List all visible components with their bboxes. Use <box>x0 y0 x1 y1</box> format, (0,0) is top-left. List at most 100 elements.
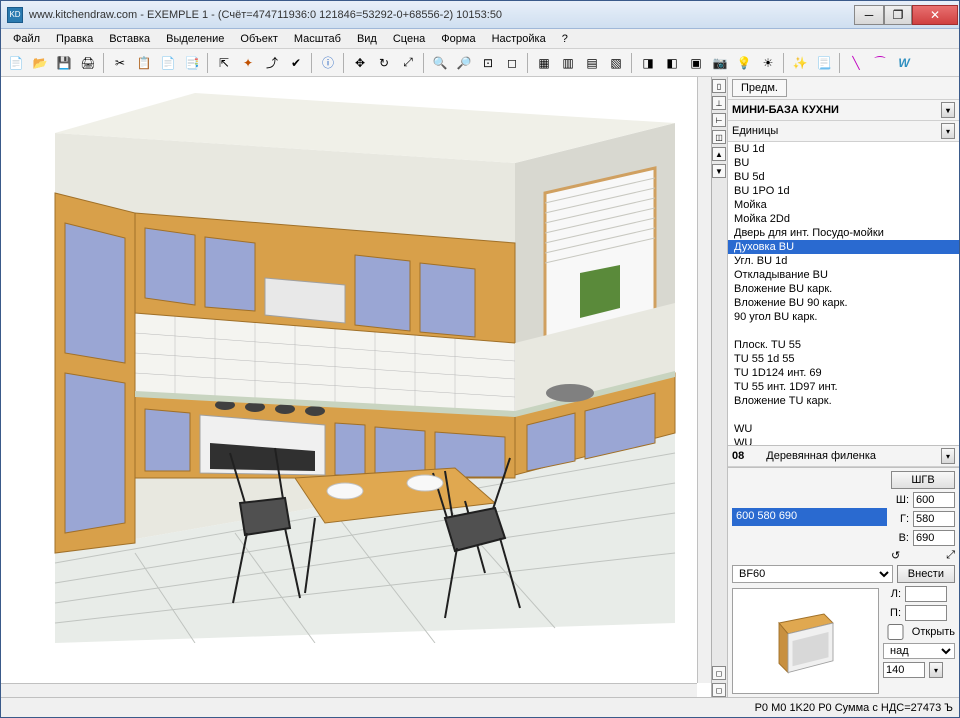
tb-shade3[interactable]: ▣ <box>685 52 707 74</box>
menu-scene[interactable]: Сцена <box>385 31 433 47</box>
tb-tool1[interactable]: ⇱ <box>213 52 235 74</box>
menu-settings[interactable]: Настройка <box>484 31 554 47</box>
tb-zoomsel[interactable]: ◻ <box>501 52 523 74</box>
tb-zoomfit[interactable]: ⊡ <box>477 52 499 74</box>
tb-wand[interactable]: ✦ <box>237 52 259 74</box>
list-item[interactable]: Откладывание BU <box>728 268 959 282</box>
list-item[interactable]: TU 1D124 инт. 69 <box>728 366 959 380</box>
tb-light2[interactable]: ☀ <box>757 52 779 74</box>
side-tool-1[interactable]: ▯ <box>712 79 726 93</box>
tb-tool3[interactable]: ⤴ <box>261 52 283 74</box>
tb-view1[interactable]: ▦ <box>533 52 555 74</box>
tb-w[interactable]: W <box>893 52 915 74</box>
list-item[interactable]: 90 угол BU карк. <box>728 310 959 324</box>
pos-select[interactable]: над <box>883 643 955 659</box>
tb-open[interactable]: 📂 <box>29 52 51 74</box>
list-item[interactable]: Угл. BU 1d <box>728 254 959 268</box>
tb-print[interactable]: 🖨 <box>77 52 99 74</box>
tb-sparkle[interactable]: ✨ <box>789 52 811 74</box>
tb-curve[interactable]: ⁀ <box>869 52 891 74</box>
close-button[interactable]: ✕ <box>912 5 958 25</box>
side-tool-2[interactable]: ⊥ <box>712 96 726 110</box>
tb-cut[interactable]: ✂ <box>109 52 131 74</box>
p-input[interactable] <box>905 605 947 621</box>
tb-save[interactable]: 💾 <box>53 52 75 74</box>
reset-icon[interactable]: ↺ <box>891 549 900 562</box>
dims-button[interactable]: ШГВ <box>891 471 955 489</box>
ref-select[interactable]: BF60 <box>732 565 893 583</box>
menu-file[interactable]: Файл <box>5 31 48 47</box>
qty-dropdown[interactable]: ▾ <box>929 662 943 678</box>
tb-zoomin[interactable]: 🔍 <box>429 52 451 74</box>
tb-move[interactable]: ✥ <box>349 52 371 74</box>
viewport-scrollbar-v[interactable] <box>697 77 711 683</box>
viewport-3d[interactable] <box>1 77 711 697</box>
list-item[interactable]: WU <box>728 422 959 436</box>
menu-object[interactable]: Объект <box>232 31 285 47</box>
menu-edit[interactable]: Правка <box>48 31 101 47</box>
catalog-dropdown[interactable]: ▾ <box>941 102 955 118</box>
list-item[interactable]: Духовка BU <box>728 240 959 254</box>
tb-shade2[interactable]: ◧ <box>661 52 683 74</box>
list-item[interactable]: TU 55 1d 55 <box>728 352 959 366</box>
tb-light[interactable]: 💡 <box>733 52 755 74</box>
menu-zoom[interactable]: Масштаб <box>286 31 349 47</box>
list-item[interactable]: Плоск. TU 55 <box>728 338 959 352</box>
tb-view4[interactable]: ▧ <box>605 52 627 74</box>
tb-view3[interactable]: ▤ <box>581 52 603 74</box>
open-checkbox[interactable] <box>883 624 908 640</box>
side-tool-3[interactable]: ⊢ <box>712 113 726 127</box>
list-item[interactable]: WU <box>728 436 959 446</box>
menu-selection[interactable]: Выделение <box>158 31 232 47</box>
tb-paste[interactable]: 📄 <box>157 52 179 74</box>
tb-scale[interactable]: ⤢ <box>397 52 419 74</box>
tb-camera[interactable]: 📷 <box>709 52 731 74</box>
side-tool-4[interactable]: ◫ <box>712 130 726 144</box>
list-item[interactable]: TU 55 инт. 1D97 инт. <box>728 380 959 394</box>
side-tool-7[interactable]: ◻ <box>712 666 726 680</box>
minimize-button[interactable]: ─ <box>854 5 884 25</box>
width-input[interactable] <box>913 492 955 508</box>
insert-button[interactable]: Внести <box>897 565 955 583</box>
list-item[interactable]: BU 1PO 1d <box>728 184 959 198</box>
list-item[interactable]: BU 1d <box>728 142 959 156</box>
tb-shade1[interactable]: ◨ <box>637 52 659 74</box>
viewport-scrollbar-h[interactable] <box>1 683 697 697</box>
list-item[interactable]: Мойка 2Dd <box>728 212 959 226</box>
menu-insert[interactable]: Вставка <box>101 31 158 47</box>
item-list[interactable]: BU 1dBUBU 5dBU 1PO 1dМойкаМойка 2DdДверь… <box>728 142 959 446</box>
height-input[interactable] <box>913 530 955 546</box>
tb-view2[interactable]: ▥ <box>557 52 579 74</box>
menu-view[interactable]: Вид <box>349 31 385 47</box>
tb-line[interactable]: ╲ <box>845 52 867 74</box>
list-item[interactable]: Вложение TU карк. <box>728 394 959 408</box>
tb-new[interactable]: 📄 <box>5 52 27 74</box>
menu-shape[interactable]: Форма <box>433 31 483 47</box>
side-tool-6[interactable]: ▼ <box>712 164 726 178</box>
maximize-button[interactable]: ❐ <box>884 5 912 25</box>
list-item[interactable]: BU 5d <box>728 170 959 184</box>
expand-icon[interactable]: ⤢ <box>946 549 955 562</box>
tb-doc[interactable]: 📃 <box>813 52 835 74</box>
tb-zoomout[interactable]: 🔎 <box>453 52 475 74</box>
qty-input[interactable] <box>883 662 925 678</box>
tb-copy[interactable]: 📋 <box>133 52 155 74</box>
tb-copy2[interactable]: 📑 <box>181 52 203 74</box>
tab-items[interactable]: Предм. <box>732 79 787 97</box>
style-dropdown[interactable]: ▾ <box>941 448 955 464</box>
tb-rotate[interactable]: ↻ <box>373 52 395 74</box>
list-item[interactable]: Вложение BU карк. <box>728 282 959 296</box>
units-dropdown[interactable]: ▾ <box>941 123 955 139</box>
list-item[interactable] <box>728 324 959 338</box>
list-item[interactable] <box>728 408 959 422</box>
list-item[interactable]: BU <box>728 156 959 170</box>
list-item[interactable]: Вложение BU 90 карк. <box>728 296 959 310</box>
tb-tool4[interactable]: ✔ <box>285 52 307 74</box>
tb-info[interactable]: ⓘ <box>317 52 339 74</box>
list-item[interactable]: Дверь для инт. Посудо-мойки <box>728 226 959 240</box>
menu-help[interactable]: ? <box>554 31 576 47</box>
side-tool-8[interactable]: ◻ <box>712 683 726 697</box>
l-input[interactable] <box>905 586 947 602</box>
depth-input[interactable] <box>913 511 955 527</box>
side-tool-5[interactable]: ▲ <box>712 147 726 161</box>
